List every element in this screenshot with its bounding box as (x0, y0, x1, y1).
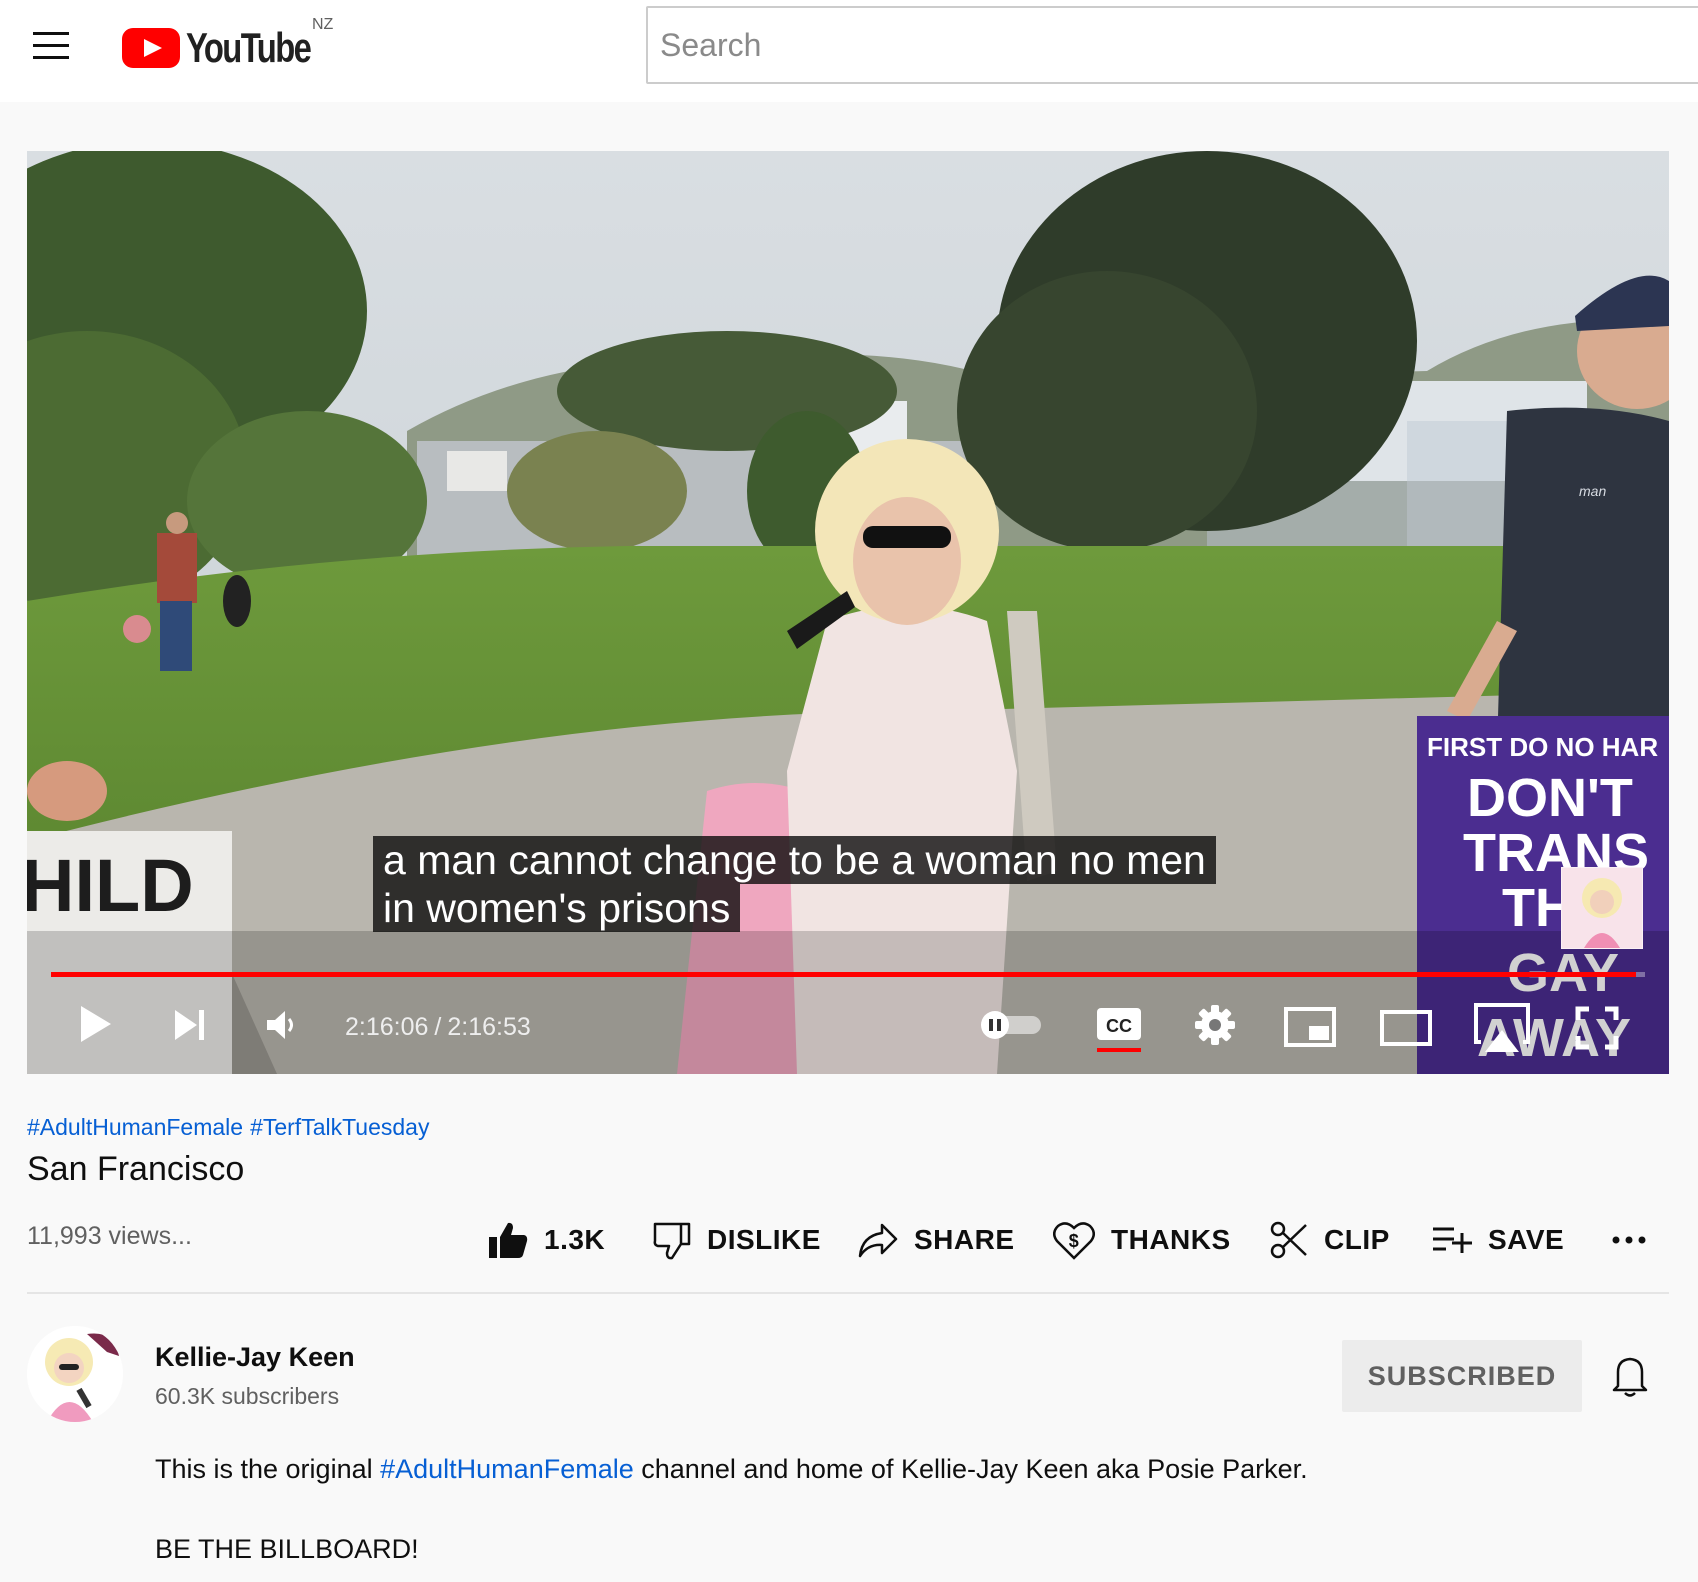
dislike-button[interactable]: DISLIKE (653, 1218, 821, 1262)
dislike-label: DISLIKE (707, 1224, 821, 1255)
svg-text:CC: CC (1106, 1016, 1132, 1036)
current-time: 2:16:06 (345, 1013, 429, 1041)
search-box[interactable] (646, 6, 1698, 84)
settings-gear-icon[interactable] (1193, 1003, 1237, 1047)
description-line-1: This is the original #AdultHumanFemale c… (155, 1454, 1308, 1485)
video-title: San Francisco (27, 1150, 245, 1188)
next-video-icon[interactable] (173, 1008, 207, 1042)
channel-name[interactable]: Kellie-Jay Keen (155, 1342, 355, 1373)
description-text: This is the original (155, 1454, 381, 1484)
progress-bar[interactable] (51, 972, 1645, 977)
video-frame: HILD man FIRST DO NO HAR DON'T TRANS THE… (27, 151, 1669, 1074)
closed-captions-icon[interactable]: CC (1095, 1006, 1145, 1054)
thanks-button[interactable]: $ THANKS (1053, 1218, 1231, 1262)
more-dots-icon (1612, 1236, 1646, 1244)
view-count[interactable]: 11,993 views... (27, 1222, 192, 1251)
miniplayer-icon[interactable] (1283, 1006, 1337, 1048)
divider (27, 1292, 1669, 1294)
notification-bell-icon[interactable] (1612, 1354, 1648, 1398)
scene-sign-line-1: DON'T (1467, 768, 1633, 828)
thumbs-down-icon (653, 1222, 691, 1260)
clip-label: CLIP (1324, 1224, 1390, 1255)
channel-watermark[interactable] (1561, 867, 1643, 949)
clip-button[interactable]: CLIP (1270, 1218, 1390, 1262)
play-icon[interactable] (79, 1004, 113, 1044)
save-button[interactable]: SAVE (1432, 1218, 1564, 1262)
more-actions-button[interactable] (1612, 1218, 1662, 1262)
share-arrow-icon (858, 1223, 898, 1258)
fullscreen-icon[interactable] (1575, 1006, 1619, 1050)
theater-mode-icon[interactable] (1379, 1009, 1433, 1047)
logo-text: YouTube (186, 24, 312, 71)
time-display: 2:16:06/2:16:53 (345, 1013, 531, 1041)
save-playlist-add-icon (1433, 1227, 1472, 1253)
region-code: NZ (312, 16, 334, 33)
autoplay-toggle[interactable] (977, 1010, 1045, 1040)
description-text: channel and home of Kellie-Jay Keen aka … (633, 1454, 1308, 1484)
description-line-2: BE THE BILLBOARD! (155, 1534, 419, 1564)
thumbs-up-icon (489, 1222, 528, 1258)
thanks-heart-dollar-icon: $ (1053, 1222, 1095, 1260)
volume-icon[interactable] (265, 1009, 299, 1041)
scene-sign-right-top: FIRST DO NO HAR (1427, 732, 1658, 762)
search-input[interactable] (648, 8, 1698, 82)
hashtags: #AdultHumanFemale #TerfTalkTuesday (27, 1114, 436, 1141)
scene-shirt-text: man (1579, 483, 1606, 499)
hashtag-link[interactable]: #AdultHumanFemale (27, 1114, 243, 1140)
menu-icon[interactable] (30, 30, 70, 62)
top-bar: YouTube NZ (0, 0, 1698, 102)
share-label: SHARE (914, 1224, 1015, 1255)
watermark-avatar-icon (1562, 868, 1642, 948)
subscriber-count: 60.3K subscribers (155, 1383, 340, 1409)
youtube-play-logo-icon (122, 28, 180, 68)
share-button[interactable]: SHARE (858, 1218, 1015, 1262)
duration: 2:16:53 (447, 1013, 531, 1041)
like-count: 1.3K (544, 1224, 606, 1255)
video-player[interactable]: HILD man FIRST DO NO HAR DON'T TRANS THE… (27, 151, 1669, 1074)
description-hashtag-link[interactable]: #AdultHumanFemale (380, 1454, 634, 1484)
scissors-clip-icon (1270, 1221, 1307, 1259)
channel-avatar-image (27, 1326, 123, 1422)
subtitle-line-2: in women's prisons (373, 884, 741, 932)
scene-sign-left-text: HILD (27, 844, 194, 927)
channel-avatar[interactable] (27, 1326, 123, 1422)
thanks-label: THANKS (1111, 1224, 1231, 1255)
hashtag-link[interactable]: #TerfTalkTuesday (250, 1114, 429, 1140)
progress-bar-played (51, 972, 1636, 977)
subtitle-line-1: a man cannot change to be a woman no men (373, 836, 1216, 884)
subscribed-button[interactable]: SUBSCRIBED (1342, 1340, 1582, 1412)
save-label: SAVE (1488, 1224, 1565, 1255)
airplay-icon[interactable] (1473, 1002, 1531, 1054)
like-button[interactable]: 1.3K (488, 1218, 605, 1262)
subtitle-caption: a man cannot change to be a woman no men… (373, 836, 1216, 932)
svg-text:$: $ (1069, 1231, 1080, 1251)
